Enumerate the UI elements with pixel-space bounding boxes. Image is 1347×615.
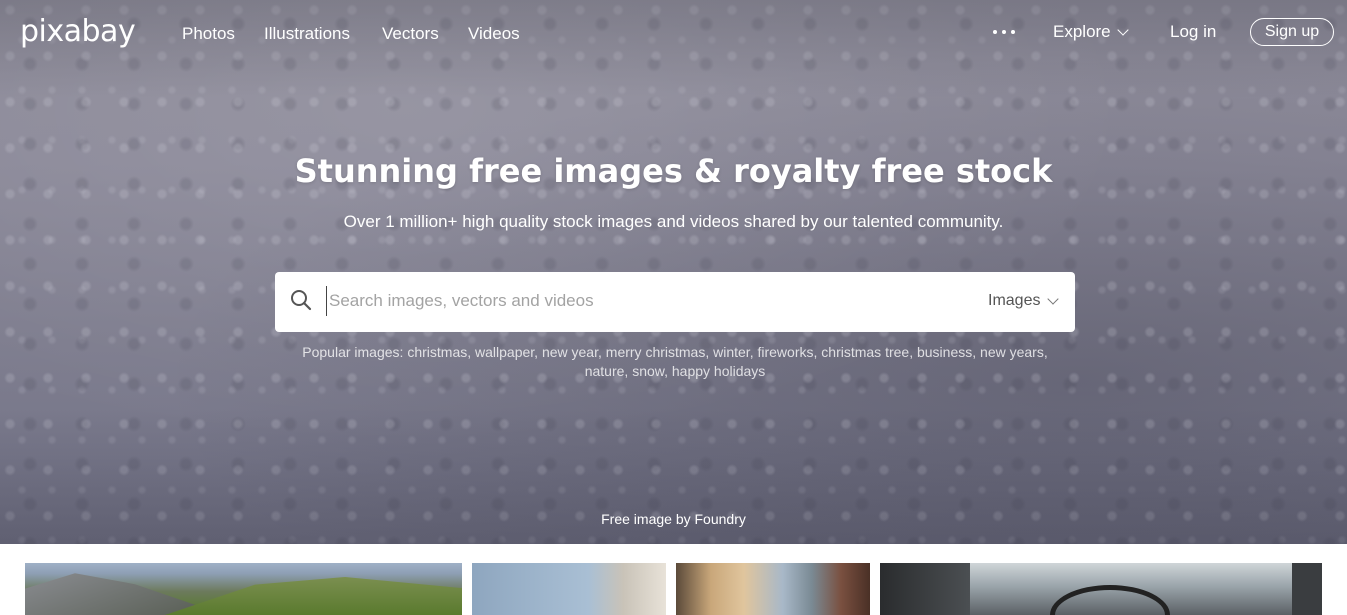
pixabay-logo[interactable]: pixabay: [20, 14, 136, 49]
nav-photos-link[interactable]: Photos: [182, 24, 235, 44]
popular-tag[interactable]: snow: [632, 363, 664, 379]
chevron-down-icon: [1047, 292, 1060, 305]
nav-vectors-link[interactable]: Vectors: [382, 24, 439, 44]
hero-headline: Stunning free images & royalty free stoc…: [294, 152, 1053, 190]
gallery-thumbnail[interactable]: [472, 563, 666, 615]
hero-subline: Over 1 million+ high quality stock image…: [343, 212, 1004, 231]
nav-illustrations-link[interactable]: Illustrations: [264, 24, 350, 44]
image-credit[interactable]: Free image by Foundry: [0, 511, 1347, 527]
popular-tag[interactable]: christmas: [407, 344, 467, 360]
popular-label: Popular images:: [302, 344, 404, 360]
chevron-down-icon: [1116, 23, 1129, 36]
nav-videos-link[interactable]: Videos: [468, 24, 520, 44]
media-type-value: Images: [988, 292, 1041, 309]
dot: [1011, 30, 1015, 34]
explore-menu[interactable]: Explore: [1053, 22, 1129, 42]
popular-tag[interactable]: fireworks: [757, 344, 813, 360]
explore-label: Explore: [1053, 22, 1111, 41]
gallery-thumbnail[interactable]: [25, 563, 462, 615]
popular-tag[interactable]: business: [917, 344, 972, 360]
dot: [1002, 30, 1006, 34]
popular-searches: Popular images: christmas, wallpaper, ne…: [302, 344, 1048, 379]
popular-tag[interactable]: christmas tree: [821, 344, 909, 360]
car-frame: [880, 563, 970, 615]
car-frame: [1292, 563, 1322, 615]
popular-tag[interactable]: wallpaper: [475, 344, 534, 360]
login-link[interactable]: Log in: [1170, 22, 1216, 42]
dot: [993, 30, 997, 34]
popular-tag[interactable]: winter: [713, 344, 750, 360]
search-icon[interactable]: [290, 289, 312, 311]
popular-tag[interactable]: nature: [585, 363, 625, 379]
hill-shape: [165, 577, 462, 615]
media-type-select[interactable]: Images: [988, 292, 1060, 310]
search-input[interactable]: [326, 286, 946, 316]
gallery-thumbnail[interactable]: [676, 563, 870, 615]
popular-tag[interactable]: new year: [542, 344, 598, 360]
more-dots-icon[interactable]: [993, 30, 1015, 36]
popular-tag[interactable]: new years: [980, 344, 1044, 360]
popular-tag[interactable]: merry christmas: [606, 344, 706, 360]
gallery-thumbnail[interactable]: [880, 563, 1322, 615]
signup-button[interactable]: Sign up: [1250, 18, 1334, 46]
popular-tag[interactable]: happy holidays: [672, 363, 765, 379]
steering-wheel: [1050, 585, 1170, 615]
